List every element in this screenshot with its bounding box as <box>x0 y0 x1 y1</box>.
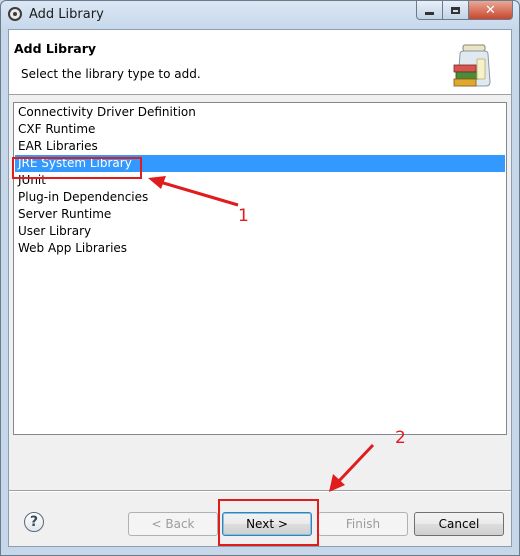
add-library-dialog: Add Library ✕ Add Library Select the lib… <box>0 0 520 556</box>
window-controls: ✕ <box>416 1 513 20</box>
wizard-header: Add Library Select the library type to a… <box>9 30 511 95</box>
library-jar-icon <box>453 44 491 87</box>
eclipse-icon <box>8 7 22 21</box>
header-description: Select the library type to add. <box>21 67 201 81</box>
window-title: Add Library <box>29 7 104 22</box>
minimize-icon <box>425 11 434 15</box>
library-type-list[interactable]: Connectivity Driver Definition CXF Runti… <box>13 102 507 435</box>
minimize-button[interactable] <box>416 1 443 20</box>
maximize-button[interactable] <box>443 1 469 20</box>
annotation-step-1: 1 <box>238 206 249 226</box>
list-item[interactable]: Server Runtime <box>15 206 505 223</box>
button-bar-separator <box>9 490 511 492</box>
back-button[interactable]: < Back <box>128 512 218 536</box>
list-item[interactable]: Connectivity Driver Definition <box>15 104 505 121</box>
list-item[interactable]: CXF Runtime <box>15 121 505 138</box>
annotation-box-selection <box>12 157 142 179</box>
dialog-content: Add Library Select the library type to a… <box>8 29 512 547</box>
list-item[interactable]: Web App Libraries <box>15 240 505 257</box>
list-item[interactable]: Plug-in Dependencies <box>15 189 505 206</box>
close-icon: ✕ <box>485 2 496 18</box>
help-icon[interactable]: ? <box>24 512 44 532</box>
close-button[interactable]: ✕ <box>469 1 513 20</box>
annotation-step-2: 2 <box>395 428 406 448</box>
maximize-icon <box>451 6 460 14</box>
list-item[interactable]: User Library <box>15 223 505 240</box>
finish-button[interactable]: Finish <box>318 512 408 536</box>
list-item[interactable]: EAR Libraries <box>15 138 505 155</box>
cancel-button[interactable]: Cancel <box>414 512 504 536</box>
annotation-box-next <box>218 499 319 546</box>
title-bar[interactable]: Add Library ✕ <box>1 1 519 29</box>
header-title: Add Library <box>14 41 97 56</box>
